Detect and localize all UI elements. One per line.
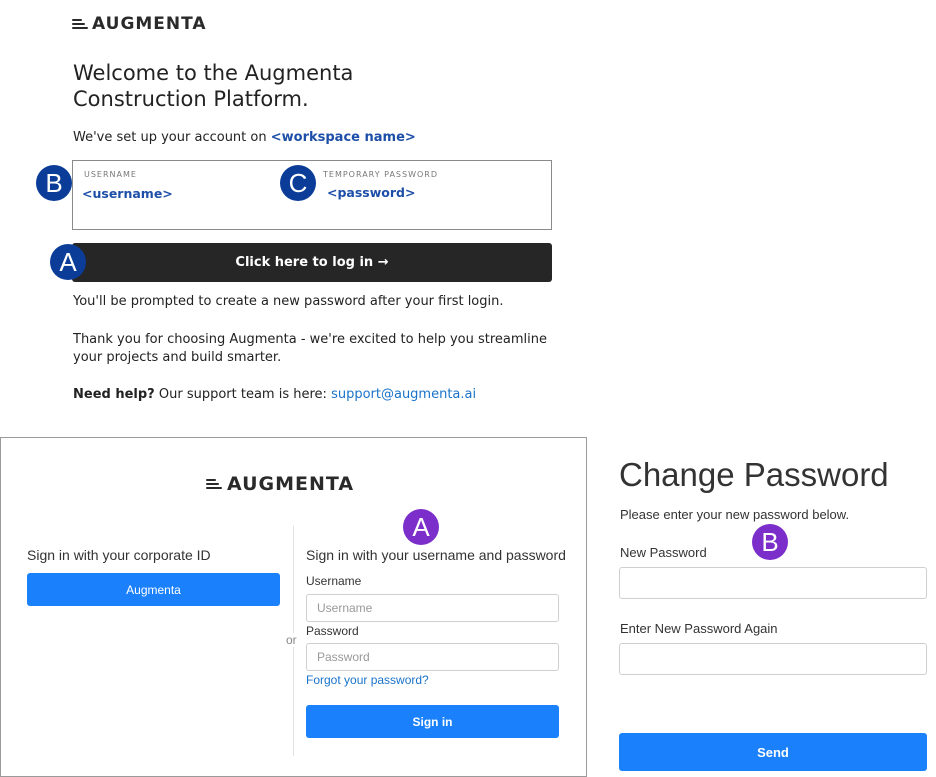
augmenta-logo-mark-icon xyxy=(72,18,88,30)
email-logo: AUGMENTA xyxy=(72,14,207,34)
signin-screen: AUGMENTA or Sign in with your corporate … xyxy=(0,437,587,777)
corporate-heading: Sign in with your corporate ID xyxy=(27,547,211,563)
new-password-label: New Password xyxy=(620,545,707,560)
setup-line: We've set up your account on <workspace … xyxy=(73,130,416,145)
change-password-title: Change Password xyxy=(619,456,889,493)
or-separator: or xyxy=(286,633,297,647)
badge-a-signin: A xyxy=(403,509,439,545)
temp-password-value: <password> xyxy=(327,185,416,200)
badge-b: B xyxy=(36,165,72,201)
logo-wordmark: AUGMENTA xyxy=(92,14,207,34)
corporate-signin-button[interactable]: Augmenta xyxy=(27,573,280,606)
prompt-text: You'll be prompted to create a new passw… xyxy=(73,294,504,309)
logo-wordmark: AUGMENTA xyxy=(227,473,355,495)
temp-password-label: TEMPORARY PASSWORD xyxy=(323,170,439,179)
augmenta-logo-mark-icon xyxy=(206,478,222,490)
confirm-password-label: Enter New Password Again xyxy=(620,621,778,636)
help-text: Our support team is here: xyxy=(158,387,327,402)
badge-b-change-password: B xyxy=(752,524,788,560)
help-line: Need help? Our support team is here: sup… xyxy=(73,386,553,404)
credentials-box: USERNAME <username> TEMPORARY PASSWORD <… xyxy=(72,160,552,230)
badge-c: C xyxy=(280,165,316,201)
password-label: Password xyxy=(306,624,359,638)
support-email-link[interactable]: support@augmenta.ai xyxy=(331,387,476,402)
userpass-heading: Sign in with your username and password xyxy=(306,547,566,563)
username-label: USERNAME xyxy=(84,170,137,179)
send-button[interactable]: Send xyxy=(619,733,927,771)
help-bold: Need help? xyxy=(73,387,155,402)
thanks-text: Thank you for choosing Augmenta - we're … xyxy=(73,332,547,365)
change-password-subtitle: Please enter your new password below. xyxy=(620,507,850,522)
login-button[interactable]: Click here to log in → xyxy=(72,243,552,282)
setup-text: We've set up your account on xyxy=(73,130,267,145)
username-label: Username xyxy=(306,574,362,588)
username-input[interactable] xyxy=(306,594,559,622)
signin-button[interactable]: Sign in xyxy=(306,705,559,738)
forgot-password-link[interactable]: Forgot your password? xyxy=(306,673,429,687)
username-value: <username> xyxy=(82,186,173,201)
confirm-password-input[interactable] xyxy=(619,643,927,675)
signin-logo: AUGMENTA xyxy=(206,473,354,495)
new-password-input[interactable] xyxy=(619,567,927,599)
workspace-name: <workspace name> xyxy=(270,130,416,145)
email-title: Welcome to the Augmenta Construction Pla… xyxy=(73,61,354,111)
password-input[interactable] xyxy=(306,643,559,671)
badge-a: A xyxy=(50,244,86,280)
